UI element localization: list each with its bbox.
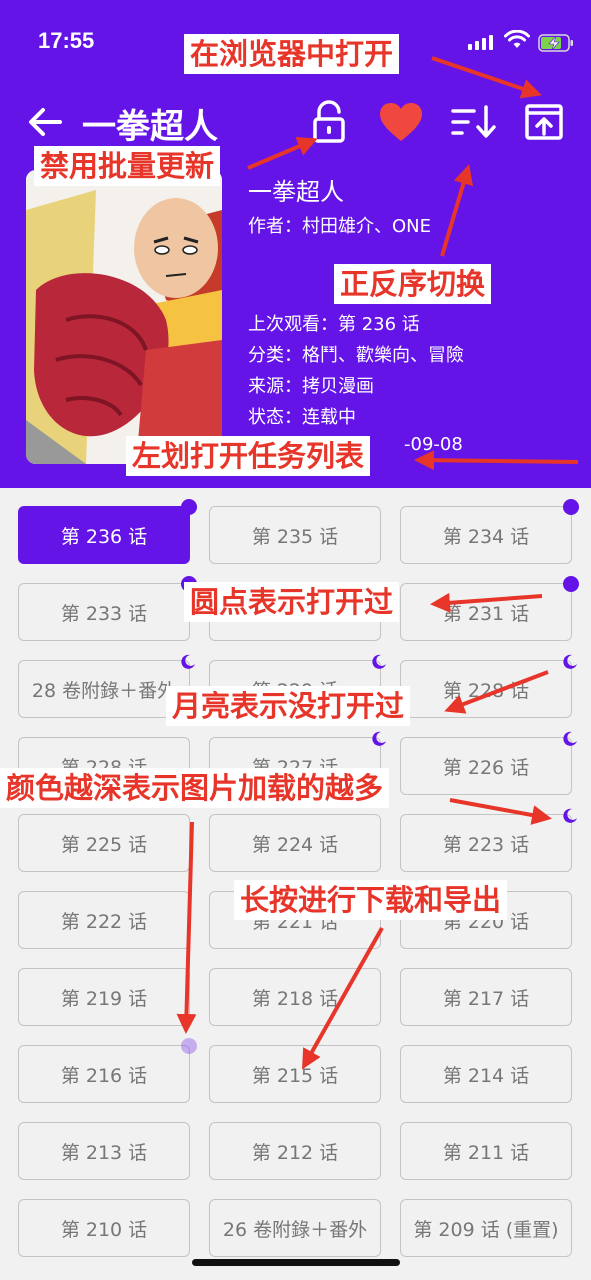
chapter-button[interactable]: 第 214 话	[400, 1045, 572, 1103]
chapter-label: 第 211 话	[442, 1141, 530, 1164]
chapter-button[interactable]: 第 218 话	[209, 968, 381, 1026]
chapter-label: 第 216 话	[60, 1064, 148, 1087]
wifi-icon	[504, 30, 530, 48]
chapter-label: 第 223 话	[442, 833, 530, 856]
nav-title: 一拳超人	[82, 107, 218, 147]
chapter-label: 第 234 话	[442, 525, 530, 548]
status-time: 17:55	[38, 28, 95, 53]
cover-illustration	[26, 170, 222, 464]
chapter-label: 第 225 话	[60, 833, 148, 856]
chapter-button[interactable]: 第 217 话	[400, 968, 572, 1026]
chapter-label: 第 209 话 (重置)	[413, 1218, 559, 1241]
chapter-label: 第 219 话	[60, 987, 148, 1010]
annotation-swipe-left-tasks: 左划打开任务列表	[126, 436, 371, 477]
chapter-button[interactable]: 第 225 话	[18, 814, 190, 872]
chapter-button[interactable]: 第 233 话	[18, 576, 197, 641]
chapter-label: 第 212 话	[251, 1141, 339, 1164]
not-opened-moon-icon	[372, 654, 386, 669]
chapter-button[interactable]: 第 228 话	[400, 654, 577, 718]
chapter-button[interactable]: 第 222 话	[18, 891, 190, 949]
cellular-signal-icon	[468, 34, 493, 50]
chapter-button[interactable]: 第 231 话	[400, 576, 579, 641]
arrow-left-icon[interactable]	[26, 103, 64, 141]
chapter-button[interactable]: 第 224 话	[209, 814, 381, 872]
chapter-button[interactable]: 第 213 话	[18, 1122, 190, 1180]
chapter-label: 第 213 话	[60, 1141, 148, 1164]
home-indicator	[192, 1259, 400, 1266]
chapter-button[interactable]: 第 226 话	[400, 731, 577, 795]
chapter-label: 第 236 话	[60, 525, 148, 548]
opened-dot-icon	[563, 576, 579, 592]
chapter-button[interactable]: 第 235 话	[209, 506, 381, 564]
chapter-label: 第 218 话	[251, 987, 339, 1010]
chapter-label: 第 226 话	[442, 756, 530, 779]
chapter-label: 第 214 话	[442, 1064, 530, 1087]
chapter-button[interactable]: 28 卷附錄＋番外	[18, 654, 195, 718]
battery-charging-icon	[538, 34, 573, 52]
opened-dot-icon	[563, 499, 579, 515]
chapter-label: 第 210 话	[60, 1218, 148, 1241]
chapter-label: 第 222 话	[60, 910, 148, 933]
not-opened-moon-icon	[181, 654, 195, 669]
not-opened-moon-icon	[563, 808, 577, 823]
annotation-disable-batch-update: 禁用批量更新	[34, 146, 221, 187]
chapter-label: 第 224 话	[251, 833, 339, 856]
chapter-button[interactable]: 第 215 话	[209, 1045, 381, 1103]
chapter-button[interactable]: 第 236 话	[18, 499, 197, 564]
comic-cover-image[interactable]	[26, 170, 222, 464]
comic-update-date: -09-08	[404, 434, 463, 455]
chapter-label: 26 卷附錄＋番外	[222, 1218, 368, 1241]
chapter-label: 第 231 话	[442, 602, 530, 625]
chapter-label: 28 卷附錄＋番外	[31, 679, 177, 702]
chapter-button[interactable]: 第 210 话	[18, 1199, 190, 1257]
comic-category: 分类：格鬥、歡樂向、冒險	[248, 345, 464, 366]
comic-last-viewed[interactable]: 上次观看：第 236 话	[248, 310, 420, 336]
annotation-long-press-download: 长按进行下载和导出	[234, 880, 508, 921]
annotation-moon-not-opened: 月亮表示没打开过	[166, 686, 411, 727]
opened-dot-icon	[181, 1038, 197, 1054]
chapter-button[interactable]: 26 卷附錄＋番外	[209, 1199, 381, 1257]
chapter-button[interactable]: 第 216 话	[18, 1038, 197, 1103]
chapter-button[interactable]: 第 209 话 (重置)	[400, 1199, 572, 1257]
chapter-button[interactable]: 第 212 话	[209, 1122, 381, 1180]
chapter-button[interactable]: 第 211 话	[400, 1122, 572, 1180]
comic-status: 状态：连载中	[248, 407, 356, 428]
chapter-label: 第 217 话	[442, 987, 530, 1010]
not-opened-moon-icon	[372, 731, 386, 746]
comic-source: 来源：拷贝漫画	[248, 376, 374, 397]
chapter-label: 第 215 话	[251, 1064, 339, 1087]
chapter-button[interactable]: 第 234 话	[400, 499, 579, 564]
annotation-toggle-order: 正反序切换	[334, 264, 492, 305]
chapter-button[interactable]: 第 219 话	[18, 968, 190, 1026]
opened-dot-icon	[181, 499, 197, 515]
heart-icon[interactable]	[378, 101, 424, 143]
comic-title: 一拳超人	[248, 178, 344, 206]
lock-open-icon[interactable]	[310, 99, 348, 145]
sort-order-icon[interactable]	[450, 103, 498, 141]
chapter-label: 第 233 话	[60, 602, 148, 625]
annotation-dot-opened: 圆点表示打开过	[184, 582, 400, 623]
chapter-label: 第 228 话	[442, 679, 530, 702]
annotation-darker-more-loaded: 颜色越深表示图片加载的越多	[0, 768, 390, 809]
comic-author: 作者：村田雄介、ONE	[248, 216, 432, 237]
chapter-button[interactable]: 第 223 话	[400, 808, 577, 872]
not-opened-moon-icon	[563, 654, 577, 669]
open-in-browser-icon[interactable]	[524, 103, 564, 141]
not-opened-moon-icon	[563, 731, 577, 746]
chapter-label: 第 235 话	[251, 525, 339, 548]
annotation-open-in-browser: 在浏览器中打开	[184, 34, 400, 75]
